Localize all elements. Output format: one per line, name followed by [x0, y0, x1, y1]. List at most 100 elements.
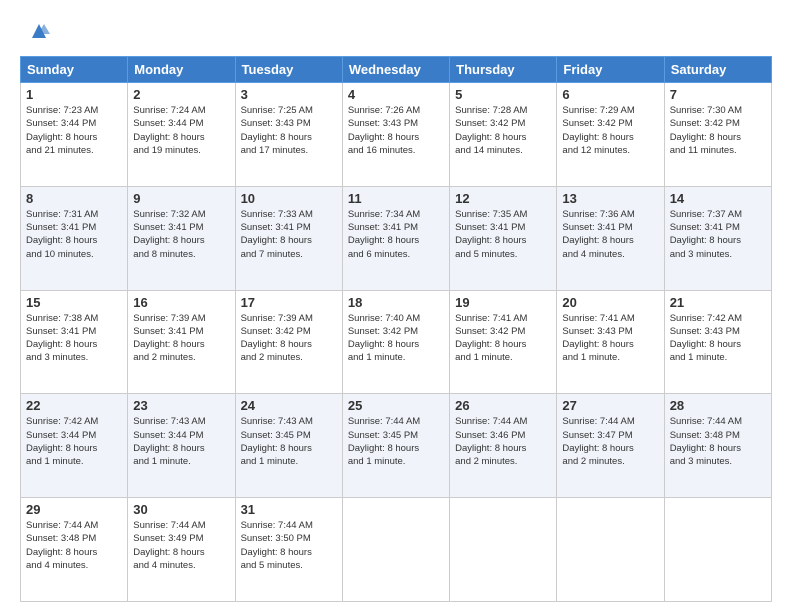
- cell-text: Sunrise: 7:25 AMSunset: 3:43 PMDaylight:…: [241, 104, 337, 157]
- cell-line: Sunrise: 7:34 AM: [348, 208, 444, 221]
- cell-line: Daylight: 8 hours: [562, 338, 658, 351]
- cell-line: Sunrise: 7:33 AM: [241, 208, 337, 221]
- logo-icon: [24, 16, 54, 46]
- cell-line: Sunset: 3:42 PM: [455, 325, 551, 338]
- cell-line: Sunrise: 7:25 AM: [241, 104, 337, 117]
- day-number: 16: [133, 295, 229, 310]
- cell-line: and 5 minutes.: [241, 559, 337, 572]
- weekday-saturday: Saturday: [664, 57, 771, 83]
- day-number: 11: [348, 191, 444, 206]
- calendar-cell: 25Sunrise: 7:44 AMSunset: 3:45 PMDayligh…: [342, 394, 449, 498]
- cell-text: Sunrise: 7:36 AMSunset: 3:41 PMDaylight:…: [562, 208, 658, 261]
- calendar-cell: 21Sunrise: 7:42 AMSunset: 3:43 PMDayligh…: [664, 290, 771, 394]
- calendar-cell: 11 Sunrise: 7:34 AMSunset: 3:41 PMDayligh…: [342, 186, 449, 290]
- cell-text: Sunrise: 7:44 AMSunset: 3:49 PMDaylight:…: [133, 519, 229, 572]
- cell-line: and 19 minutes.: [133, 144, 229, 157]
- cell-line: and 6 minutes.: [348, 248, 444, 261]
- cell-line: Daylight: 8 hours: [455, 131, 551, 144]
- cell-line: Daylight: 8 hours: [133, 338, 229, 351]
- cell-text: Sunrise: 7:42 AMSunset: 3:44 PMDaylight:…: [26, 415, 122, 468]
- cell-line: Sunrise: 7:24 AM: [133, 104, 229, 117]
- cell-line: Sunrise: 7:44 AM: [455, 415, 551, 428]
- cell-line: Sunset: 3:41 PM: [133, 221, 229, 234]
- cell-line: Sunrise: 7:23 AM: [26, 104, 122, 117]
- day-number: 22: [26, 398, 122, 413]
- cell-line: Sunset: 3:42 PM: [670, 117, 766, 130]
- cell-text: Sunrise: 7:40 AMSunset: 3:42 PMDaylight:…: [348, 312, 444, 365]
- cell-line: Sunset: 3:43 PM: [241, 117, 337, 130]
- cell-text: Sunrise: 7:43 AMSunset: 3:45 PMDaylight:…: [241, 415, 337, 468]
- day-number: 29: [26, 502, 122, 517]
- cell-line: Daylight: 8 hours: [348, 442, 444, 455]
- cell-line: and 3 minutes.: [670, 248, 766, 261]
- day-number: 19: [455, 295, 551, 310]
- day-number: 3: [241, 87, 337, 102]
- calendar-cell: [450, 498, 557, 602]
- cell-line: and 2 minutes.: [241, 351, 337, 364]
- day-number: 9: [133, 191, 229, 206]
- cell-text: Sunrise: 7:39 AMSunset: 3:42 PMDaylight:…: [241, 312, 337, 365]
- cell-line: Daylight: 8 hours: [241, 338, 337, 351]
- day-number: 6: [562, 87, 658, 102]
- calendar-cell: [342, 498, 449, 602]
- cell-line: Sunrise: 7:39 AM: [241, 312, 337, 325]
- cell-line: Daylight: 8 hours: [241, 546, 337, 559]
- cell-line: Sunrise: 7:38 AM: [26, 312, 122, 325]
- cell-line: Sunrise: 7:26 AM: [348, 104, 444, 117]
- cell-line: Daylight: 8 hours: [455, 338, 551, 351]
- cell-line: Daylight: 8 hours: [670, 131, 766, 144]
- day-number: 23: [133, 398, 229, 413]
- cell-line: Sunrise: 7:42 AM: [670, 312, 766, 325]
- cell-line: Sunset: 3:46 PM: [455, 429, 551, 442]
- calendar-cell: 27Sunrise: 7:44 AMSunset: 3:47 PMDayligh…: [557, 394, 664, 498]
- cell-line: Daylight: 8 hours: [133, 546, 229, 559]
- cell-line: and 1 minute.: [348, 351, 444, 364]
- cell-line: Sunset: 3:42 PM: [562, 117, 658, 130]
- cell-line: and 7 minutes.: [241, 248, 337, 261]
- cell-line: Sunset: 3:41 PM: [670, 221, 766, 234]
- cell-line: Sunset: 3:44 PM: [26, 429, 122, 442]
- calendar-cell: 23Sunrise: 7:43 AMSunset: 3:44 PMDayligh…: [128, 394, 235, 498]
- cell-line: and 5 minutes.: [455, 248, 551, 261]
- cell-line: and 2 minutes.: [562, 455, 658, 468]
- cell-text: Sunrise: 7:35 AMSunset: 3:41 PMDaylight:…: [455, 208, 551, 261]
- calendar-cell: 15Sunrise: 7:38 AMSunset: 3:41 PMDayligh…: [21, 290, 128, 394]
- cell-line: Sunrise: 7:42 AM: [26, 415, 122, 428]
- cell-line: Daylight: 8 hours: [26, 338, 122, 351]
- cell-line: Sunrise: 7:44 AM: [348, 415, 444, 428]
- cell-line: Sunrise: 7:39 AM: [133, 312, 229, 325]
- calendar-cell: 30Sunrise: 7:44 AMSunset: 3:49 PMDayligh…: [128, 498, 235, 602]
- cell-line: Sunrise: 7:35 AM: [455, 208, 551, 221]
- cell-line: and 1 minute.: [562, 351, 658, 364]
- cell-line: Sunset: 3:41 PM: [562, 221, 658, 234]
- cell-line: and 1 minute.: [133, 455, 229, 468]
- cell-line: and 21 minutes.: [26, 144, 122, 157]
- cell-line: and 2 minutes.: [455, 455, 551, 468]
- cell-text: Sunrise: 7:30 AMSunset: 3:42 PMDaylight:…: [670, 104, 766, 157]
- cell-line: Sunrise: 7:41 AM: [455, 312, 551, 325]
- cell-line: Sunset: 3:41 PM: [348, 221, 444, 234]
- calendar-cell: 24Sunrise: 7:43 AMSunset: 3:45 PMDayligh…: [235, 394, 342, 498]
- calendar-cell: 19 Sunrise: 7:41 AMSunset: 3:42 PMDayligh…: [450, 290, 557, 394]
- cell-text: Sunrise: 7:28 AMSunset: 3:42 PMDaylight:…: [455, 104, 551, 157]
- day-number: 26: [455, 398, 551, 413]
- calendar-cell: 1Sunrise: 7:23 AMSunset: 3:44 PMDaylight…: [21, 83, 128, 187]
- cell-line: and 10 minutes.: [26, 248, 122, 261]
- cell-line: Daylight: 8 hours: [670, 442, 766, 455]
- cell-line: and 1 minute.: [348, 455, 444, 468]
- cell-line: Daylight: 8 hours: [348, 234, 444, 247]
- weekday-monday: Monday: [128, 57, 235, 83]
- cell-line: Daylight: 8 hours: [241, 442, 337, 455]
- cell-line: Daylight: 8 hours: [26, 131, 122, 144]
- header: [20, 16, 772, 46]
- calendar-cell: 9Sunrise: 7:32 AMSunset: 3:41 PMDaylight…: [128, 186, 235, 290]
- cell-line: and 4 minutes.: [562, 248, 658, 261]
- cell-line: Sunset: 3:43 PM: [562, 325, 658, 338]
- cell-line: and 17 minutes.: [241, 144, 337, 157]
- day-number: 13: [562, 191, 658, 206]
- cell-line: Daylight: 8 hours: [26, 234, 122, 247]
- cell-line: Sunrise: 7:30 AM: [670, 104, 766, 117]
- cell-line: Daylight: 8 hours: [26, 442, 122, 455]
- cell-line: Sunset: 3:44 PM: [133, 117, 229, 130]
- cell-line: Sunrise: 7:43 AM: [133, 415, 229, 428]
